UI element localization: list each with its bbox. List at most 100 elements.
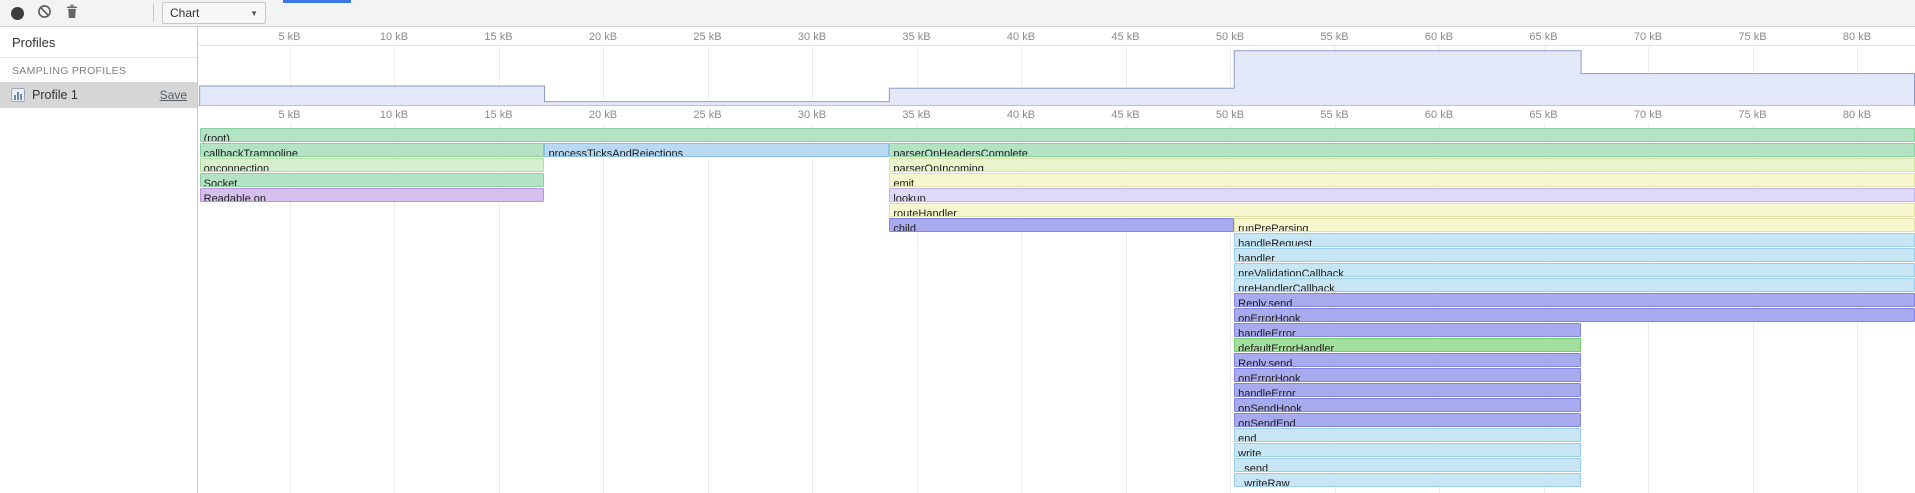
ruler-tick-label: 20 kB: [579, 31, 627, 43]
flame-bar[interactable]: Reply.send: [1234, 293, 1915, 307]
ruler-tick-label: 5 kB: [266, 109, 314, 121]
flame-bar[interactable]: onSendHook: [1234, 398, 1581, 412]
flame-bar-label: defaultErrorHandler: [1235, 343, 1334, 352]
ruler-tick-label: 40 kB: [997, 109, 1045, 121]
toolbar-divider: [153, 4, 154, 22]
ruler-tick-label: 15 kB: [475, 109, 523, 121]
flame-bar[interactable]: onSendEnd: [1234, 413, 1581, 427]
flame-bar-label: child: [890, 223, 916, 232]
flame-bar[interactable]: processTicksAndRejections: [544, 143, 889, 157]
flame-bar-label: preHandlerCallback: [1235, 283, 1335, 292]
flame-bar-label: Reply.send: [1235, 298, 1292, 307]
flame-bar-label: routeHandler: [890, 208, 957, 217]
ruler-tick-label: 35 kB: [893, 31, 941, 43]
clear-profiles-button[interactable]: [31, 1, 58, 25]
flame-ruler: 5 kB10 kB15 kB20 kB25 kB30 kB35 kB40 kB4…: [198, 106, 1915, 123]
flame-bar[interactable]: Reply.send: [1234, 353, 1581, 367]
flame-bar-label: callbackTrampoline: [201, 148, 298, 157]
profiler-toolbar: Chart ▼: [0, 0, 1915, 27]
ruler-tick-label: 80 kB: [1833, 31, 1881, 43]
gridline: [708, 123, 709, 493]
flame-bar[interactable]: emit: [889, 173, 1915, 187]
flame-bar[interactable]: handleError: [1234, 323, 1581, 337]
flame-chart[interactable]: (root) callbackTrampoline processTicksAndR…: [198, 123, 1915, 493]
view-mode-value: Chart: [170, 6, 199, 20]
flame-bar[interactable]: end: [1234, 428, 1581, 442]
flame-bar-label: onErrorHook: [1235, 373, 1300, 382]
flame-bar[interactable]: callbackTrampoline: [200, 143, 545, 157]
flame-bar-label: onSendEnd: [1235, 418, 1296, 427]
overview-area-chart: [198, 46, 1915, 106]
flame-bar[interactable]: Socket: [200, 173, 545, 187]
flame-bar-label: handleError: [1235, 388, 1295, 397]
record-icon: [11, 7, 24, 20]
ruler-tick-label: 60 kB: [1415, 109, 1463, 121]
flame-bar[interactable]: parserOnIncoming: [889, 158, 1915, 172]
profile-list-item[interactable]: Profile 1 Save: [0, 82, 197, 108]
flame-bar-label: onconnection: [201, 163, 269, 172]
flame-bar[interactable]: _send: [1234, 458, 1581, 472]
flame-bar[interactable]: lookup: [889, 188, 1915, 202]
flame-bar[interactable]: Readable.on: [200, 188, 545, 202]
flame-bar-label: runPreParsing: [1235, 223, 1308, 232]
flame-bar[interactable]: routeHandler: [889, 203, 1915, 217]
flame-bar-label: handleError: [1235, 328, 1295, 337]
ruler-tick-label: 65 kB: [1520, 109, 1568, 121]
ruler-tick-label: 60 kB: [1415, 31, 1463, 43]
clear-icon: [37, 4, 52, 22]
save-profile-link[interactable]: Save: [160, 88, 187, 102]
ruler-tick-label: 30 kB: [788, 109, 836, 121]
flame-bar-label: preValidationCallback: [1235, 268, 1344, 277]
flame-bar-label: emit: [890, 178, 914, 187]
flame-bar[interactable]: preValidationCallback: [1234, 263, 1915, 277]
flame-bar-label: handler: [1235, 253, 1275, 262]
flame-bar[interactable]: runPreParsing: [1234, 218, 1915, 232]
ruler-tick-label: 55 kB: [1311, 109, 1359, 121]
devtools-profiler-panel: Chart ▼ Profiles SAMPLING PROFILES Profi…: [0, 0, 1915, 493]
flame-bar[interactable]: onErrorHook: [1234, 308, 1915, 322]
ruler-tick-label: 30 kB: [788, 31, 836, 43]
flame-bar[interactable]: handleError: [1234, 383, 1581, 397]
flame-bar[interactable]: child: [889, 218, 1234, 232]
flame-bar[interactable]: onconnection: [200, 158, 545, 172]
flame-bar-label: parserOnIncoming: [890, 163, 984, 172]
flame-bar-label: onErrorHook: [1235, 313, 1300, 322]
flame-bar[interactable]: preHandlerCallback: [1234, 278, 1915, 292]
ruler-tick-label: 15 kB: [475, 31, 523, 43]
trash-icon: [65, 4, 79, 22]
flame-bar[interactable]: _writeRaw: [1234, 473, 1581, 487]
flame-bar[interactable]: write_: [1234, 443, 1581, 457]
flame-bar[interactable]: handler: [1234, 248, 1915, 262]
ruler-tick-label: 75 kB: [1729, 109, 1777, 121]
view-mode-select[interactable]: Chart ▼: [162, 2, 266, 24]
flame-bar-label: write_: [1235, 448, 1267, 457]
ruler-tick-label: 80 kB: [1833, 109, 1881, 121]
ruler-tick-label: 35 kB: [893, 109, 941, 121]
flame-bar[interactable]: parserOnHeadersComplete: [889, 143, 1915, 157]
flame-bar[interactable]: defaultErrorHandler: [1234, 338, 1581, 352]
flame-bar-label: Socket: [201, 178, 238, 187]
flame-bar[interactable]: handleRequest: [1234, 233, 1915, 247]
chart-pane: 5 kB 10 kB 15 kB 20 kB 25 kB 30 kB 35 kB 40 kB 4…: [198, 27, 1915, 493]
delete-profile-button[interactable]: [58, 1, 85, 25]
ruler-tick-label: 25 kB: [684, 31, 732, 43]
record-profile-button[interactable]: [4, 1, 31, 25]
ruler-tick-label: 45 kB: [1102, 109, 1150, 121]
ruler-tick-label: 70 kB: [1624, 109, 1672, 121]
flame-bar[interactable]: (root): [200, 128, 1915, 142]
flame-bar-label: _send: [1235, 463, 1268, 472]
overview-timeline[interactable]: [198, 45, 1915, 106]
flame-bar-label: handleRequest: [1235, 238, 1312, 247]
ruler-tick-label: 55 kB: [1311, 31, 1359, 43]
profile-icon: [10, 87, 26, 103]
ruler-tick-label: 10 kB: [370, 109, 418, 121]
gridline: [603, 123, 604, 493]
ruler-tick-label: 10 kB: [370, 31, 418, 43]
chevron-down-icon: ▼: [250, 9, 258, 18]
flame-bar[interactable]: onErrorHook: [1234, 368, 1581, 382]
flame-bar-label: (root): [201, 133, 230, 142]
flame-bar-label: parserOnHeadersComplete: [890, 148, 1028, 157]
flame-bar-label: end: [1235, 433, 1256, 442]
flame-bar-label: Reply.send: [1235, 358, 1292, 367]
profiles-sidebar: Profiles SAMPLING PROFILES Profile 1 Sav…: [0, 27, 198, 493]
